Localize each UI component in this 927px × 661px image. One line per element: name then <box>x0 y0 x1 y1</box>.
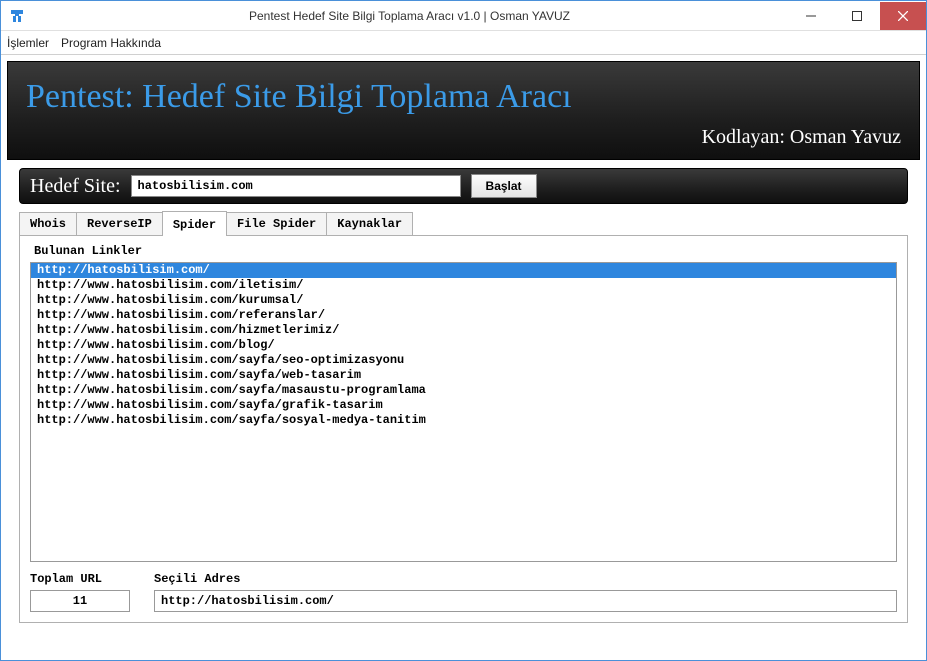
spider-panel: Bulunan Linkler http://hatosbilisim.com/… <box>19 235 908 623</box>
target-label: Hedef Site: <box>30 175 121 198</box>
links-listbox[interactable]: http://hatosbilisim.com/http://www.hatos… <box>30 262 897 562</box>
minimize-button[interactable] <box>788 2 834 30</box>
tab-spider[interactable]: Spider <box>162 211 227 236</box>
tab-file-spider[interactable]: File Spider <box>226 212 327 235</box>
list-item[interactable]: http://www.hatosbilisim.com/blog/ <box>31 338 896 353</box>
tab-reverseip[interactable]: ReverseIP <box>76 212 163 235</box>
selected-address-value <box>154 590 897 612</box>
tab-strip: WhoisReverseIPSpiderFile SpiderKaynaklar <box>19 210 908 235</box>
list-item[interactable]: http://www.hatosbilisim.com/referanslar/ <box>31 308 896 323</box>
close-button[interactable] <box>880 2 926 30</box>
list-item[interactable]: http://www.hatosbilisim.com/sayfa/web-ta… <box>31 368 896 383</box>
spider-footer: Toplam URL Seçili Adres <box>30 572 897 612</box>
menubar: İşlemler Program Hakkında <box>1 31 926 55</box>
start-button[interactable]: Başlat <box>471 174 537 198</box>
menu-program-hakkinda[interactable]: Program Hakkında <box>61 36 161 50</box>
list-item[interactable]: http://www.hatosbilisim.com/sayfa/grafik… <box>31 398 896 413</box>
list-item[interactable]: http://www.hatosbilisim.com/sayfa/sosyal… <box>31 413 896 428</box>
total-url-value <box>30 590 130 612</box>
titlebar: Pentest Hedef Site Bilgi Toplama Aracı v… <box>1 1 926 31</box>
target-bar: Hedef Site: Başlat <box>19 168 908 204</box>
list-item[interactable]: http://www.hatosbilisim.com/sayfa/masaus… <box>31 383 896 398</box>
list-item[interactable]: http://www.hatosbilisim.com/sayfa/seo-op… <box>31 353 896 368</box>
menu-islemler[interactable]: İşlemler <box>7 36 49 50</box>
links-group-label: Bulunan Linkler <box>34 244 897 258</box>
list-item[interactable]: http://www.hatosbilisim.com/hizmetlerimi… <box>31 323 896 338</box>
selected-address-label: Seçili Adres <box>154 572 897 586</box>
window-controls <box>788 2 926 30</box>
maximize-button[interactable] <box>834 2 880 30</box>
total-url-label: Toplam URL <box>30 572 130 586</box>
window-title: Pentest Hedef Site Bilgi Toplama Aracı v… <box>31 9 788 23</box>
banner: Pentest: Hedef Site Bilgi Toplama Aracı … <box>7 61 920 160</box>
list-item[interactable]: http://www.hatosbilisim.com/iletisim/ <box>31 278 896 293</box>
app-icon <box>9 8 25 24</box>
list-item[interactable]: http://hatosbilisim.com/ <box>31 263 896 278</box>
tab-whois[interactable]: Whois <box>19 212 77 235</box>
banner-title: Pentest: Hedef Site Bilgi Toplama Aracı <box>26 78 901 116</box>
list-item[interactable]: http://www.hatosbilisim.com/kurumsal/ <box>31 293 896 308</box>
tab-kaynaklar[interactable]: Kaynaklar <box>326 212 413 235</box>
target-input[interactable] <box>131 175 461 197</box>
banner-author: Kodlayan: Osman Yavuz <box>26 126 901 149</box>
